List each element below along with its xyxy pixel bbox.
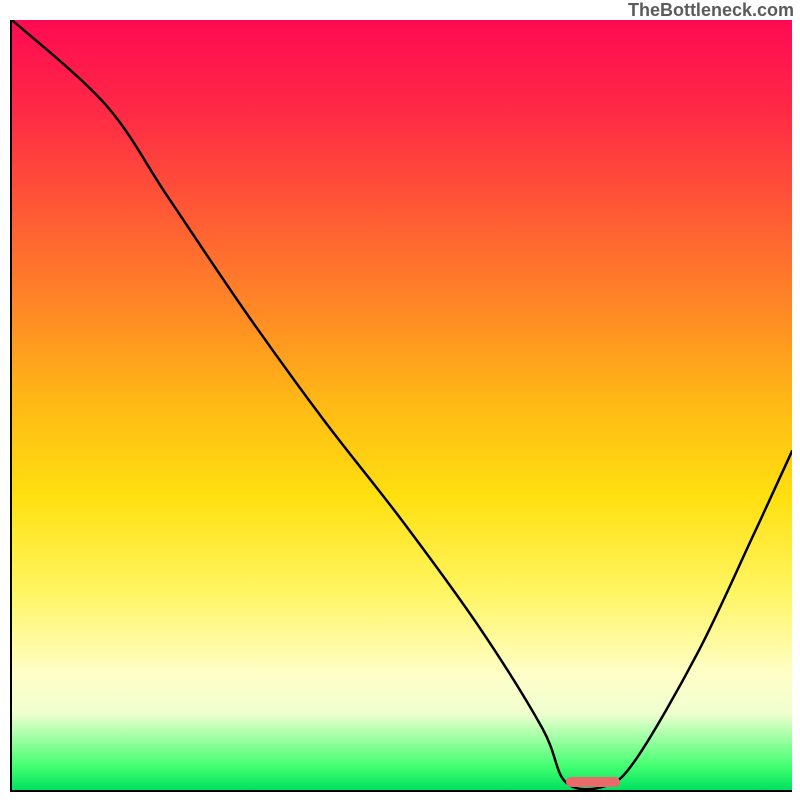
optimal-marker: [566, 777, 621, 787]
watermark-label: TheBottleneck.com: [628, 0, 794, 21]
bottleneck-curve: [12, 20, 792, 790]
plot-area: [10, 20, 792, 792]
chart-container: TheBottleneck.com: [0, 0, 800, 800]
